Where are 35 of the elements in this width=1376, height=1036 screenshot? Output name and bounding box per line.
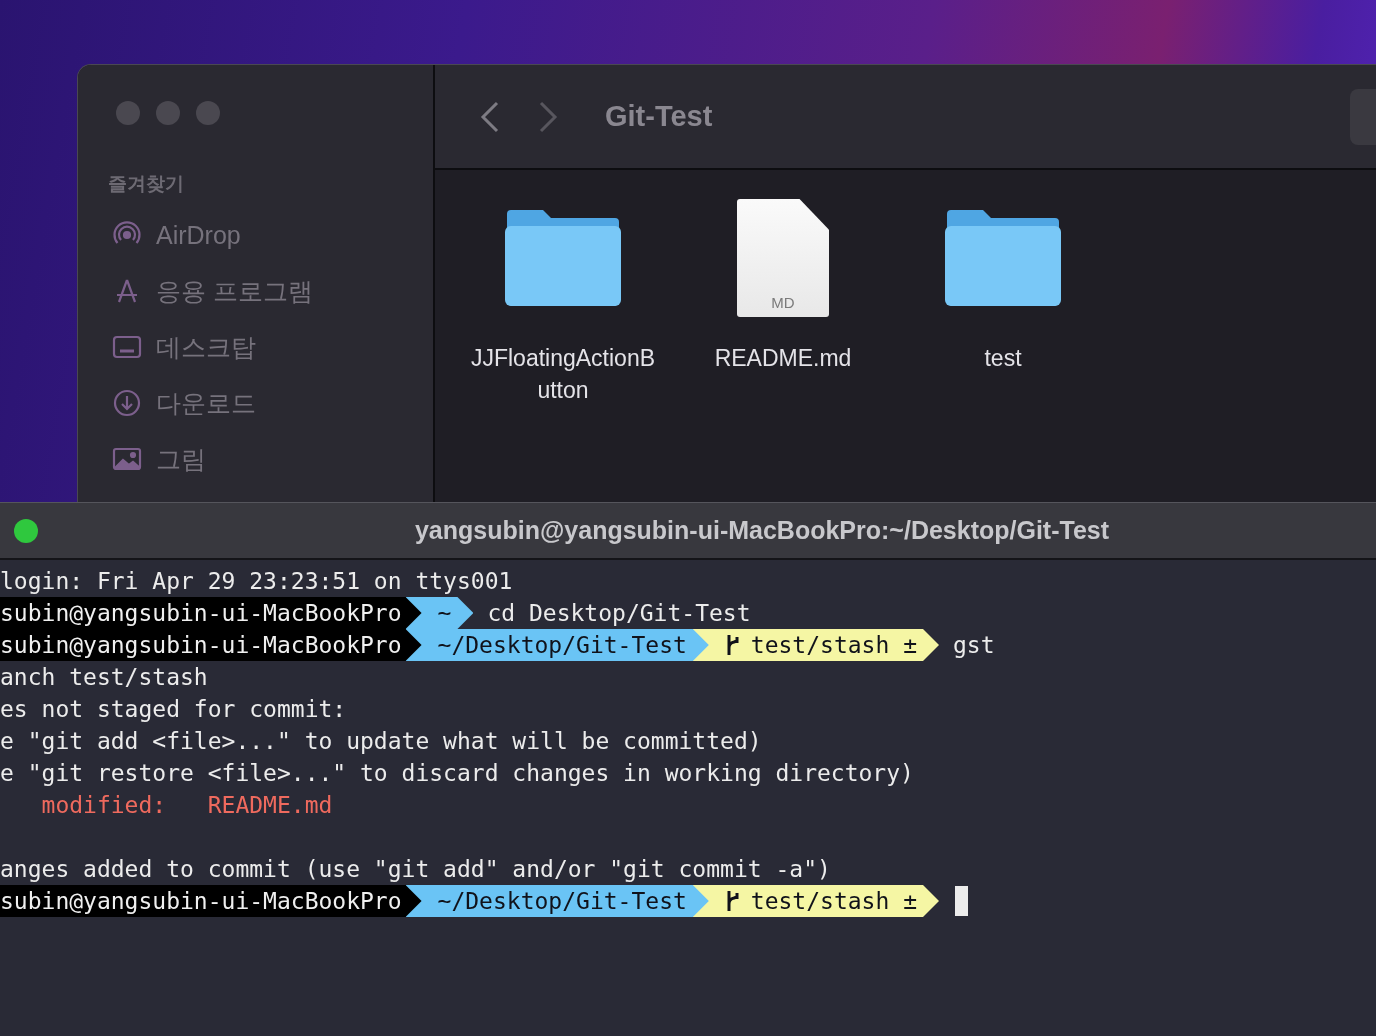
forward-button[interactable] xyxy=(537,99,559,134)
sidebar-item[interactable]: 다운로드 xyxy=(156,386,256,420)
prompt-user: subin@yangsubin-ui-MacBookPro xyxy=(0,885,422,917)
terminal-output: e "git add <file>..." to update what will be committed) xyxy=(0,727,762,756)
terminal-title: yangsubin@yangsubin-ui-MacBookPro:~/Desktop/Git-Test xyxy=(413,516,1111,545)
prompt-branch: test/stash ± xyxy=(692,629,939,661)
folder-icon xyxy=(943,208,1063,308)
folder-icon xyxy=(503,208,623,308)
modified-file: README.md xyxy=(206,791,333,820)
prompt-user: subin@yangsubin-ui-MacBookPro xyxy=(0,629,422,661)
terminal-command: gst xyxy=(953,631,995,660)
terminal-output: anch test/stash xyxy=(0,663,208,692)
window-control-button[interactable] xyxy=(14,518,38,543)
download-icon xyxy=(112,388,142,418)
modified-label: modified: xyxy=(40,791,167,820)
sidebar-item[interactable]: 데스크탑 xyxy=(156,330,256,364)
window-title: Git-Test xyxy=(605,100,713,133)
terminal-output: e "git restore <file>..." to discard changes in working directory) xyxy=(0,759,914,788)
sidebar-heading: 즐겨찾기 xyxy=(108,172,185,196)
prompt-user: subin@yangsubin-ui-MacBookPro xyxy=(0,597,422,629)
file-name[interactable]: README.md xyxy=(685,342,881,374)
terminal-output: es not staged for commit: xyxy=(0,695,347,724)
prompt-branch: test/stash ± xyxy=(692,885,939,917)
sidebar-item[interactable]: 그림 xyxy=(156,442,206,476)
prompt-directory: ~/Desktop/Git-Test xyxy=(405,885,709,917)
file-name[interactable]: JJFloatingActionButton xyxy=(465,342,661,406)
prompt-directory: ~/Desktop/Git-Test xyxy=(405,629,709,661)
terminal-output: login: Fri Apr 29 23:23:51 on ttys001 xyxy=(0,567,513,596)
terminal-command: cd Desktop/Git-Test xyxy=(487,599,751,628)
terminal-output: anges added to commit (use "git add" and/or "git commit -a") xyxy=(0,855,831,884)
back-button[interactable] xyxy=(479,99,501,134)
sidebar-item[interactable]: 응용 프로그램 xyxy=(156,274,313,308)
sidebar-item[interactable]: AirDrop xyxy=(156,220,241,250)
file-name[interactable]: test xyxy=(905,342,1101,374)
file-type-label: MD xyxy=(771,294,795,311)
